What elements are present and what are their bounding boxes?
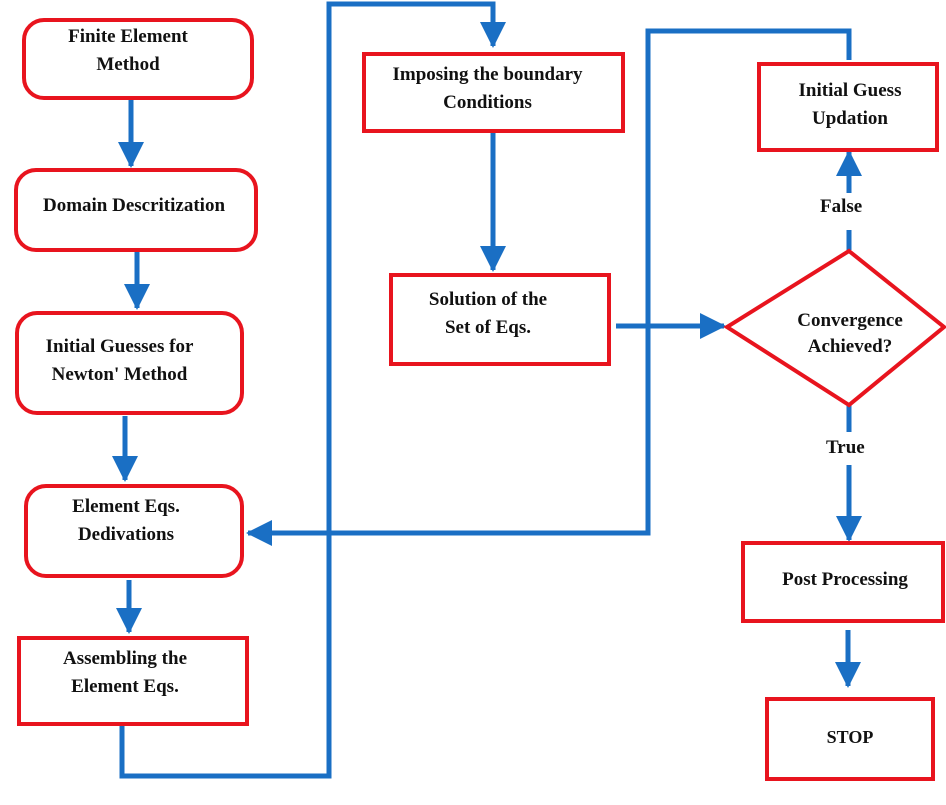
- node-label: STOP: [826, 727, 874, 747]
- node-label: Initial Guesses for Newton' Method: [45, 336, 194, 385]
- node-label: Post Processing: [782, 569, 908, 590]
- false-label: False: [818, 196, 865, 218]
- node-label: Imposing the boundary Conditions: [392, 63, 583, 113]
- node-label: Finite Element Method: [68, 26, 188, 75]
- node-post-processing: Post Processing: [741, 541, 945, 623]
- node-stop: STOP: [765, 697, 935, 781]
- node-finite-element-method: Finite Element Method: [22, 18, 254, 100]
- node-element-eqs-derivations: Element Eqs. Dedivations: [24, 484, 244, 578]
- node-label: Solution of the Set of Eqs.: [428, 288, 548, 338]
- true-label: True: [824, 437, 867, 459]
- node-label: Element Eqs. Dedivations: [72, 496, 180, 545]
- node-label: Domain Descritization: [42, 195, 226, 216]
- node-label: Assembling the Element Eqs.: [62, 648, 188, 697]
- convergence-label: Convergence Achieved?: [797, 310, 903, 357]
- node-imposing-boundary-conditions: Imposing the boundary Conditions: [362, 52, 625, 133]
- node-label: Initial Guess Updation: [798, 80, 902, 129]
- node-assembling-element-eqs: Assembling the Element Eqs.: [17, 636, 249, 726]
- node-solution-set-of-eqs: Solution of the Set of Eqs.: [389, 273, 611, 366]
- node-initial-guesses: Initial Guesses for Newton' Method: [15, 311, 244, 415]
- node-initial-guess-updation: Initial Guess Updation: [757, 62, 939, 152]
- node-domain-descritization: Domain Descritization: [14, 168, 258, 252]
